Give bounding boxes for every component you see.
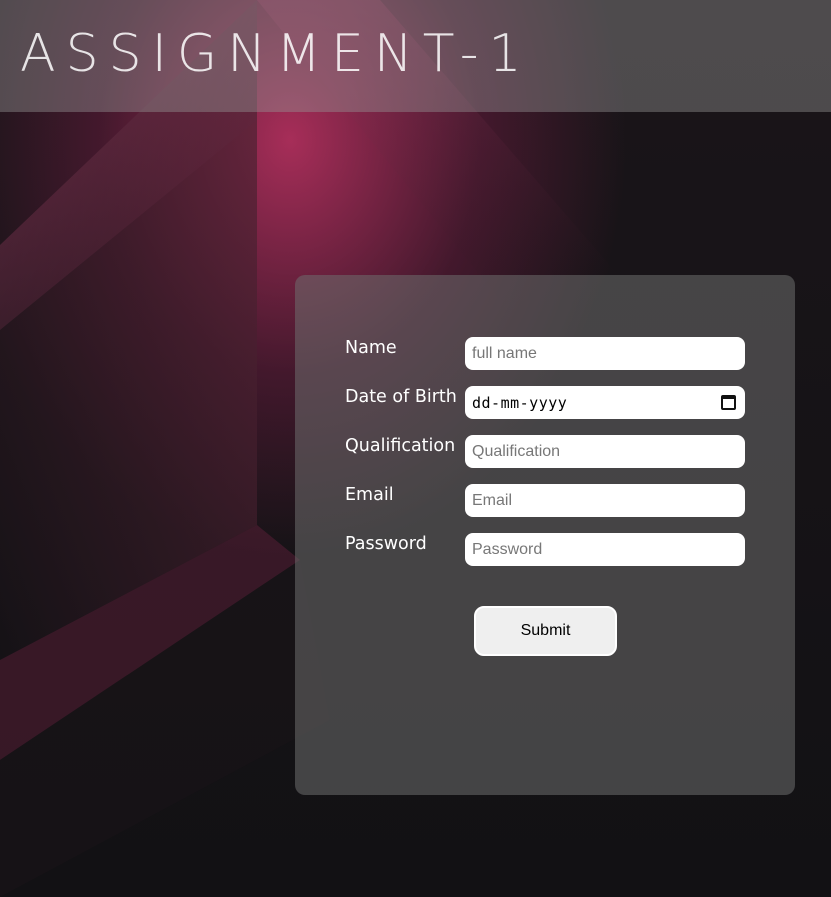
email-row: Email [345, 483, 745, 517]
name-row: Name [345, 336, 745, 370]
calendar-icon[interactable] [721, 395, 736, 410]
qualification-input[interactable] [465, 435, 745, 468]
email-input[interactable] [465, 484, 745, 517]
submit-button[interactable]: Submit [474, 606, 617, 656]
qualification-row: Qualification [345, 434, 745, 468]
password-row: Password [345, 532, 745, 566]
password-input[interactable] [465, 533, 745, 566]
name-label: Name [345, 338, 397, 358]
name-input[interactable] [465, 337, 745, 370]
dob-label: Date of Birth [345, 387, 457, 407]
dob-value: dd-mm-yyyy [472, 393, 568, 412]
dob-row: Date of Birth dd-mm-yyyy [345, 385, 745, 419]
email-label: Email [345, 485, 394, 505]
page-header: ASSIGNMENT-1 [0, 0, 831, 112]
password-label: Password [345, 534, 427, 554]
page-title: ASSIGNMENT-1 [20, 24, 532, 84]
qualification-label: Qualification [345, 436, 456, 456]
assignment-form: Name Date of Birth dd-mm-yyyy Qualificat… [295, 275, 795, 795]
dob-input[interactable]: dd-mm-yyyy [465, 386, 745, 419]
